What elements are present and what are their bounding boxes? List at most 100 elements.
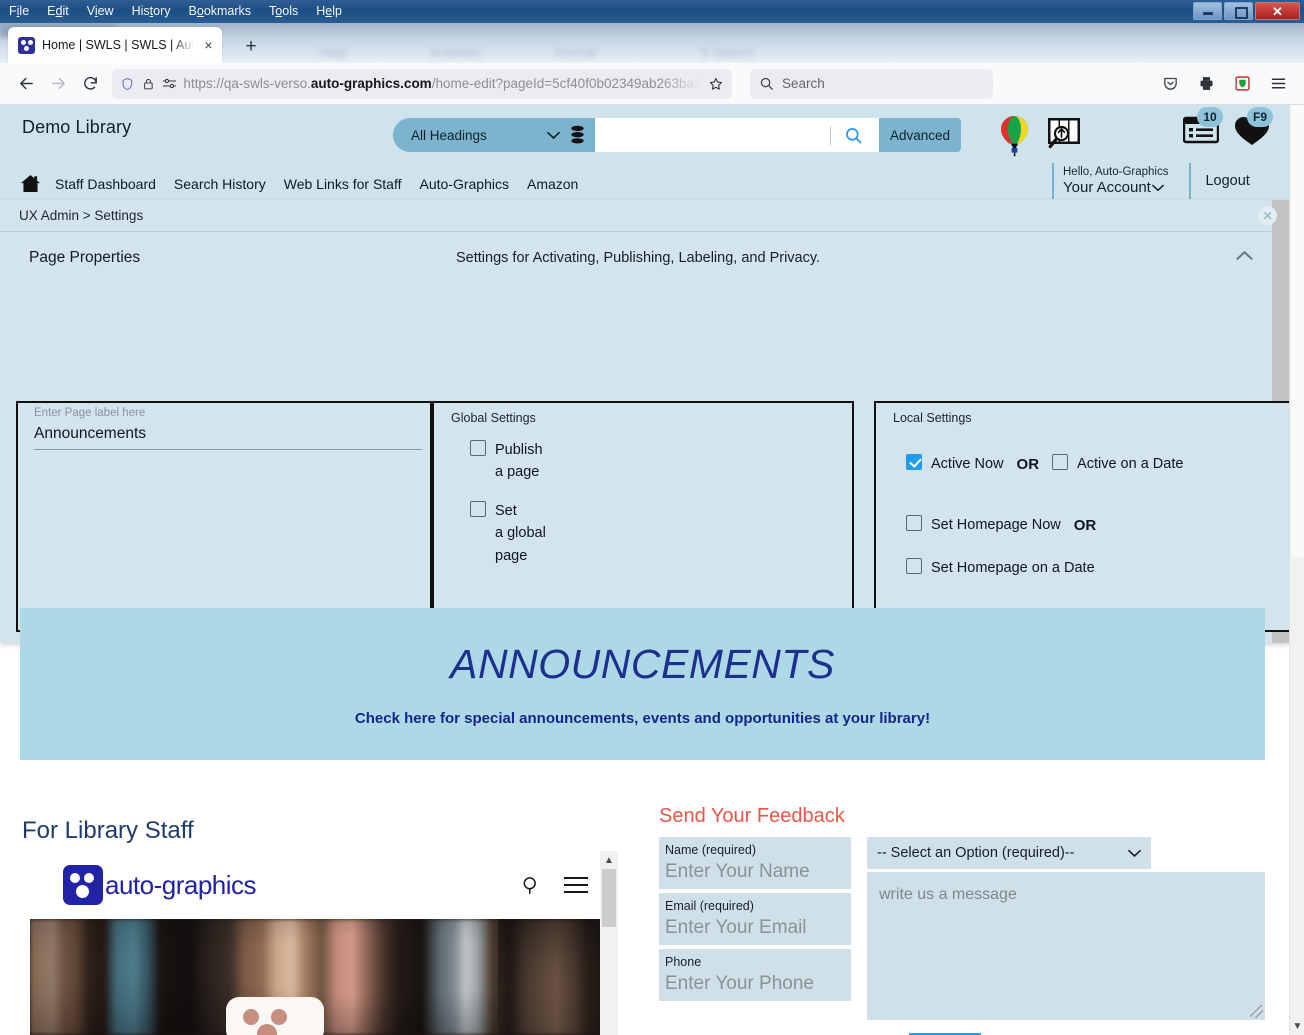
checkbox-active-on-a-date[interactable]: Active on a Date xyxy=(1052,453,1183,475)
print-button[interactable] xyxy=(1190,69,1222,99)
hamburger-menu-icon xyxy=(1271,78,1285,89)
hot-air-balloon-button[interactable] xyxy=(998,115,1031,162)
name-field[interactable]: Name (required) Enter Your Name xyxy=(659,837,851,889)
nav-search-history[interactable]: Search History xyxy=(174,176,266,192)
search-scope-select[interactable]: All Headings xyxy=(393,118,595,152)
checkbox-set-a-global-page[interactable]: Set a global page xyxy=(470,500,558,567)
scroll-down-icon[interactable]: ▼ xyxy=(1290,1019,1304,1033)
title-bar: File Edit View History Bookmarks Tools H… xyxy=(0,0,1304,23)
favicon-icon xyxy=(18,36,35,54)
bookmark-star-icon[interactable] xyxy=(708,76,724,92)
back-button[interactable] xyxy=(10,69,42,99)
page-properties-panel: UX Admin > Settings ✕ Page Properties Se… xyxy=(0,200,1289,643)
phone-label: Phone xyxy=(665,954,702,969)
library-name: Demo Library xyxy=(22,117,132,137)
checkbox-set-homepage-now[interactable]: Set Homepage Now xyxy=(906,514,1061,536)
checkbox-active-now[interactable]: Active Now xyxy=(906,453,1004,475)
menu-tools[interactable]: Tools xyxy=(268,3,299,20)
forward-button[interactable] xyxy=(42,69,74,99)
my-lists-button[interactable]: 10 xyxy=(1182,107,1223,150)
browser-tab[interactable]: Home | SWLS | SWLS | Auto-Gra × xyxy=(8,27,222,63)
database-icon[interactable] xyxy=(569,125,586,145)
message-placeholder: write us a message xyxy=(879,886,1017,903)
advanced-search-button[interactable]: Advanced xyxy=(879,118,961,152)
browser-search-placeholder: Search xyxy=(782,76,825,91)
phone-input[interactable]: Enter Your Phone xyxy=(665,970,846,997)
feedback-left-column: Name (required) Enter Your Name Email (r… xyxy=(659,837,851,1005)
catalog-search-button[interactable] xyxy=(831,126,875,145)
checkbox-input[interactable] xyxy=(470,440,486,456)
checkbox-set-homepage-on-a-date[interactable]: Set Homepage on a Date xyxy=(906,557,1095,579)
app-menu-button[interactable] xyxy=(1262,69,1294,99)
nav-staff-dashboard[interactable]: Staff Dashboard xyxy=(55,176,156,192)
page-scrollbar-thumb[interactable] xyxy=(1291,105,1304,557)
feedback-right-column: -- Select an Option (required)-- write u… xyxy=(867,837,1265,1020)
auto-graphics-wordmark: auto-graphics xyxy=(105,869,257,900)
banner-title: ANNOUNCEMENTS xyxy=(450,641,835,687)
checkbox-input[interactable] xyxy=(906,557,922,574)
option-select[interactable]: -- Select an Option (required)-- xyxy=(867,837,1151,869)
global-settings-items: Publish a page Set a global page xyxy=(470,439,558,583)
checkbox-input[interactable] xyxy=(906,515,922,532)
menu-file[interactable]: File xyxy=(8,3,30,20)
search-icon[interactable] xyxy=(521,875,542,896)
catalog-search-group: All Headings Advanced xyxy=(393,118,961,152)
search-inside-book-button[interactable] xyxy=(1047,115,1081,158)
checkbox-input[interactable] xyxy=(906,454,922,470)
catalog-search-input[interactable] xyxy=(595,118,879,152)
minimize-button[interactable] xyxy=(1193,2,1222,20)
close-panel-button[interactable]: ✕ xyxy=(1258,206,1277,225)
auto-graphics-logo-icon xyxy=(63,865,103,905)
embed-scrollbar-thumb[interactable] xyxy=(602,869,616,927)
checkbox-input[interactable] xyxy=(1052,454,1069,470)
nav-amazon[interactable]: Amazon xyxy=(527,176,578,192)
email-input[interactable]: Enter Your Email xyxy=(665,914,846,941)
adblock-extension-icon xyxy=(1234,76,1250,91)
embed-scroll-up-icon[interactable]: ▲ xyxy=(600,851,618,869)
home-button[interactable] xyxy=(20,174,41,193)
bookshelf-photo xyxy=(30,919,617,1035)
collapse-panel-button[interactable] xyxy=(1236,248,1253,266)
menu-edit[interactable]: Edit xyxy=(46,3,70,20)
url-bar[interactable]: https://qa-swls-verso.auto-graphics.com/… xyxy=(112,68,732,99)
maximize-button[interactable] xyxy=(1224,2,1253,20)
phone-field[interactable]: Phone Enter Your Phone xyxy=(659,948,851,1001)
email-field[interactable]: Email (required) Enter Your Email xyxy=(659,892,851,945)
feedback-form: Send Your Feedback Name (required) Enter… xyxy=(659,795,1279,1035)
embed-scrollbar[interactable]: ▲ xyxy=(600,851,618,1035)
forward-arrow-icon xyxy=(51,77,65,90)
menu-history[interactable]: History xyxy=(131,3,172,20)
page-scrollbar[interactable]: ▼ xyxy=(1289,105,1304,1035)
new-tab-button[interactable]: + xyxy=(240,35,262,57)
global-settings-box: Global Settings Publish a page Set a globa… xyxy=(432,401,854,632)
lock-icon xyxy=(143,78,153,89)
page-label-field[interactable]: Enter Page label here Announcements xyxy=(34,405,422,451)
save-to-pocket-button[interactable] xyxy=(1154,69,1186,99)
menu-help[interactable]: Help xyxy=(315,3,343,20)
browser-search-bar[interactable]: Search xyxy=(750,68,993,99)
nav-auto-graphics[interactable]: Auto-Graphics xyxy=(420,176,509,192)
name-input[interactable]: Enter Your Name xyxy=(665,858,846,885)
staff-embed-frame: auto-graphics xyxy=(30,851,618,1035)
close-window-button[interactable]: ✕ xyxy=(1255,2,1300,20)
menu-view[interactable]: View xyxy=(86,3,115,20)
list-count-badge: 10 xyxy=(1197,107,1223,127)
extension-button[interactable] xyxy=(1226,69,1258,99)
menu-bookmarks[interactable]: Bookmarks xyxy=(188,3,253,20)
favorites-badge: F9 xyxy=(1247,107,1273,127)
favorites-button[interactable]: F9 xyxy=(1233,107,1273,152)
reload-button[interactable] xyxy=(74,69,106,99)
resize-handle-icon[interactable] xyxy=(1250,1005,1263,1018)
checkbox-label: Active Now xyxy=(931,456,1004,472)
close-tab-icon[interactable]: × xyxy=(201,38,216,53)
page-label-placeholder: Enter Page label here xyxy=(34,407,146,419)
checkbox-input[interactable] xyxy=(470,500,486,517)
navigation-toolbar: https://qa-swls-verso.auto-graphics.com/… xyxy=(0,63,1304,105)
nav-web-links-for-staff[interactable]: Web Links for Staff xyxy=(284,176,402,192)
message-textarea[interactable]: write us a message xyxy=(867,872,1265,1020)
email-label: Email (required) xyxy=(665,898,754,913)
checkbox-publish-a-page[interactable]: Publish a page xyxy=(470,439,558,484)
search-scope-label: All Headings xyxy=(411,127,487,143)
hamburger-menu-icon[interactable] xyxy=(564,876,588,894)
page-label-value[interactable]: Announcements xyxy=(34,421,422,451)
